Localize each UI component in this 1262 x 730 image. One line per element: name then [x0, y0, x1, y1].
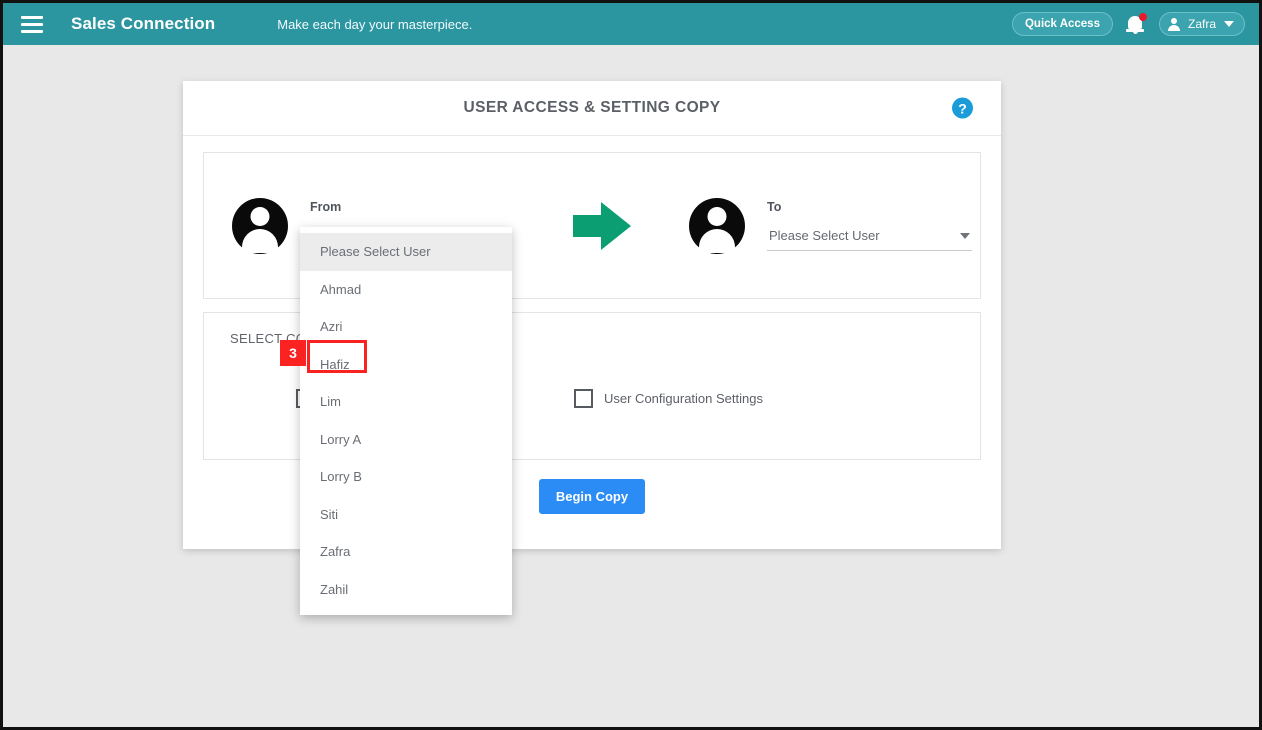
from-user-dropdown-item[interactable]: Zafra	[300, 533, 512, 571]
from-user-dropdown-item-label: Zafra	[320, 544, 351, 560]
notification-badge	[1138, 13, 1147, 21]
bell-clapper	[1132, 31, 1138, 34]
copy-option-item[interactable]: User Configuration Settings	[574, 389, 763, 408]
from-user-avatar-icon	[232, 197, 288, 254]
to-field-group: To Please Select User	[767, 200, 972, 251]
to-user-column: To Please Select User	[689, 197, 972, 254]
from-user-dropdown-item-label: Lim	[320, 394, 341, 410]
from-user-dropdown-item-label: Azri	[320, 319, 343, 335]
user-menu-button[interactable]: Zafra	[1158, 12, 1245, 36]
chevron-down-icon	[1224, 21, 1234, 27]
notification-bell-icon[interactable]	[1125, 13, 1147, 35]
from-user-dropdown-item-label: Hafiz	[320, 356, 350, 372]
begin-copy-button[interactable]: Begin Copy	[538, 478, 646, 514]
quick-access-button[interactable]: Quick Access	[1011, 12, 1113, 36]
app-bar-actions: Quick Access Zafra	[1011, 12, 1245, 36]
hamburger-line	[21, 15, 43, 19]
to-user-select[interactable]: Please Select User	[767, 224, 972, 251]
from-user-dropdown-item[interactable]: Please Select User	[300, 233, 512, 271]
from-user-dropdown-item-label: Zahil	[320, 581, 349, 597]
from-user-dropdown-item[interactable]: Lim	[300, 383, 512, 421]
user-configuration-settings-checkbox[interactable]	[574, 389, 593, 408]
arrow-right-icon	[573, 201, 631, 250]
app-brand-title: Sales Connection	[71, 14, 216, 33]
from-user-dropdown-item-label: Siti	[320, 506, 339, 522]
from-user-dropdown-item-label: Lorry B	[320, 469, 362, 485]
app-tagline: Make each day your masterpiece.	[277, 16, 473, 32]
transfer-direction	[573, 201, 631, 250]
help-icon[interactable]: ?	[952, 97, 973, 119]
from-user-dropdown-item[interactable]: Lorry B	[300, 458, 512, 496]
page-title: USER ACCESS & SETTING COPY	[463, 99, 721, 116]
app-screen: Sales Connection Make each day your mast…	[0, 0, 1262, 730]
chevron-down-icon	[960, 232, 970, 239]
from-user-dropdown-item-label: Ahmad	[320, 281, 362, 297]
from-user-dropdown-item-label: Lorry A	[320, 431, 362, 447]
to-label: To	[767, 200, 782, 214]
from-user-dropdown-list[interactable]: Please Select User Ahmad Azri Hafiz Lim Lorry…	[300, 227, 512, 615]
to-user-select-value: Please Select User	[769, 228, 880, 243]
from-user-dropdown-item[interactable]: Lorry A	[300, 421, 512, 459]
from-user-dropdown-item[interactable]: Zahil	[300, 571, 512, 609]
arrow-head	[601, 201, 631, 250]
top-app-bar: Sales Connection Make each day your mast…	[3, 3, 1259, 45]
hamburger-line	[21, 22, 43, 26]
card-header: USER ACCESS & SETTING COPY ?	[183, 81, 1001, 136]
from-user-dropdown-item-label: Please Select User	[320, 244, 431, 260]
to-user-avatar-icon	[689, 197, 745, 254]
hamburger-line	[21, 29, 43, 33]
from-user-dropdown-item[interactable]: Ahmad	[300, 271, 512, 309]
arrow-tail	[573, 214, 604, 237]
from-user-dropdown-item[interactable]: Azri	[300, 308, 512, 346]
from-user-dropdown-item[interactable]: Hafiz	[300, 346, 512, 384]
from-label: From	[310, 199, 342, 214]
user-menu-label: Zafra	[1187, 17, 1216, 31]
from-user-dropdown-item[interactable]: Siti	[300, 496, 512, 534]
copy-option-label: User Configuration Settings	[604, 391, 763, 406]
hamburger-menu-icon[interactable]	[21, 15, 43, 33]
user-avatar-icon	[1168, 17, 1181, 31]
